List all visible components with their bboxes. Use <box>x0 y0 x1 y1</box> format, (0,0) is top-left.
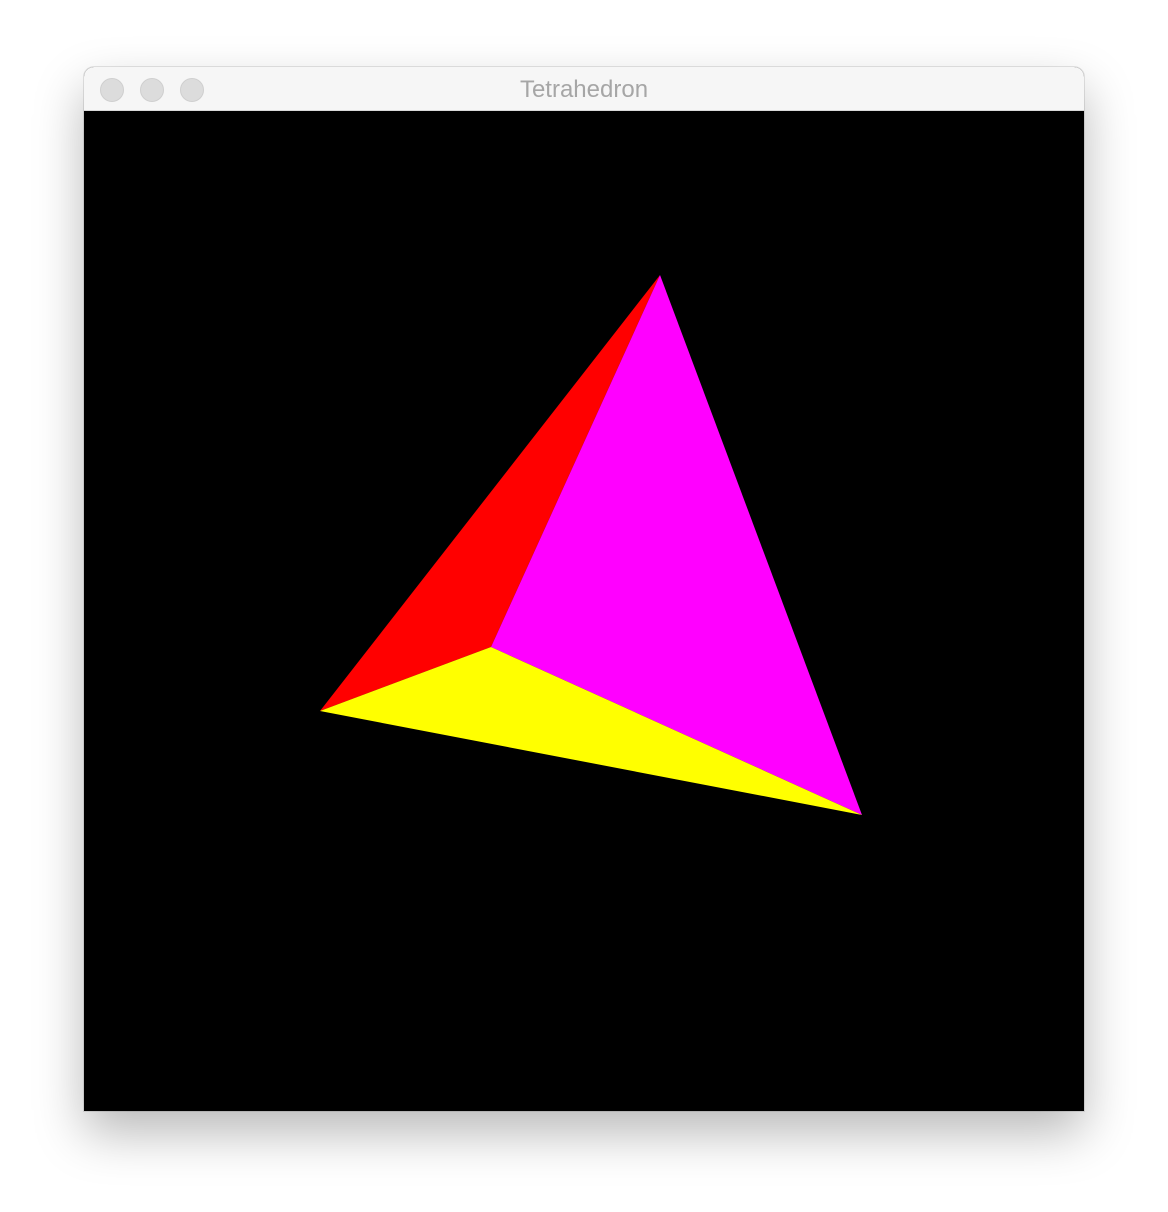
render-canvas[interactable] <box>84 111 1084 1111</box>
tetrahedron-render <box>84 111 1084 1111</box>
window-title: Tetrahedron <box>519 76 649 103</box>
title-bar[interactable]: Tetrahedron <box>84 67 1084 111</box>
app-window: Tetrahedron <box>84 67 1084 1111</box>
